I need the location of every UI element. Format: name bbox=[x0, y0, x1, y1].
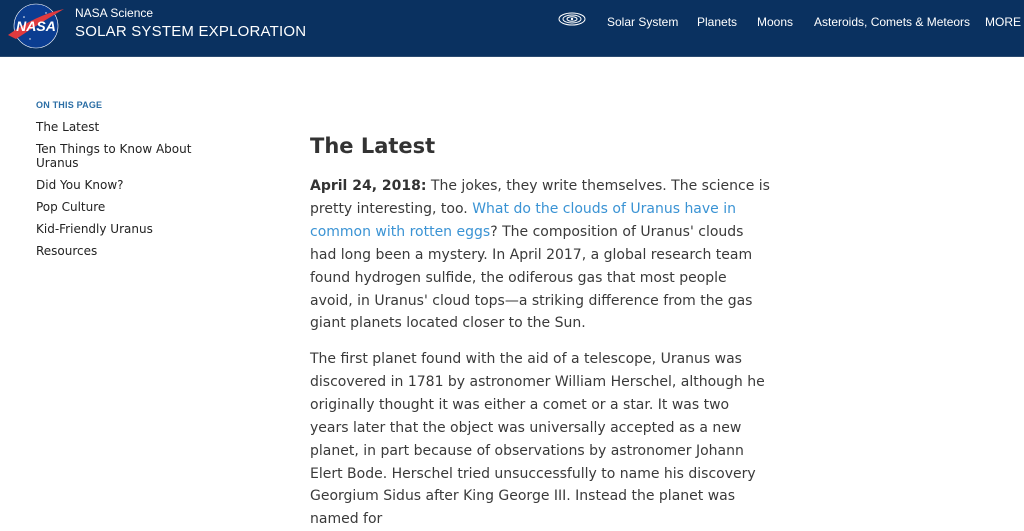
nav-planets[interactable]: Planets bbox=[697, 15, 737, 29]
toc-item-pop-culture[interactable]: Pop Culture bbox=[36, 200, 216, 214]
svg-text:NASA: NASA bbox=[16, 18, 56, 34]
toc-item-kid-friendly[interactable]: Kid-Friendly Uranus bbox=[36, 222, 216, 236]
table-of-contents: The Latest Ten Things to Know About Uran… bbox=[36, 120, 216, 266]
nasa-logo[interactable]: NASA bbox=[6, 1, 66, 49]
nav-asteroids-comets-meteors[interactable]: Asteroids, Comets & Meteors bbox=[814, 15, 970, 29]
nav-moons[interactable]: Moons bbox=[757, 15, 793, 29]
toc-title: ON THIS PAGE bbox=[36, 100, 103, 110]
nav-more[interactable]: MORE bbox=[985, 15, 1021, 29]
brand-subtitle[interactable]: NASA Science bbox=[75, 6, 153, 20]
toc-item-resources[interactable]: Resources bbox=[36, 244, 216, 258]
article-paragraph: April 24, 2018: The jokes, they write th… bbox=[310, 175, 770, 335]
article-paragraph: The first planet found with the aid of a… bbox=[310, 351, 765, 528]
article-date: April 24, 2018: bbox=[310, 178, 427, 194]
toc-item-the-latest[interactable]: The Latest bbox=[36, 120, 216, 134]
galaxy-icon[interactable] bbox=[557, 9, 587, 29]
section-title: The Latest bbox=[310, 134, 436, 158]
site-header: NASA NASA Science SOLAR SYSTEM EXPLORATI… bbox=[0, 0, 1024, 57]
toc-item-did-you-know[interactable]: Did You Know? bbox=[36, 178, 216, 192]
toc-item-ten-things[interactable]: Ten Things to Know About Uranus bbox=[36, 142, 216, 170]
brand-title[interactable]: SOLAR SYSTEM EXPLORATION bbox=[75, 23, 306, 40]
nav-solar-system[interactable]: Solar System bbox=[607, 15, 678, 29]
